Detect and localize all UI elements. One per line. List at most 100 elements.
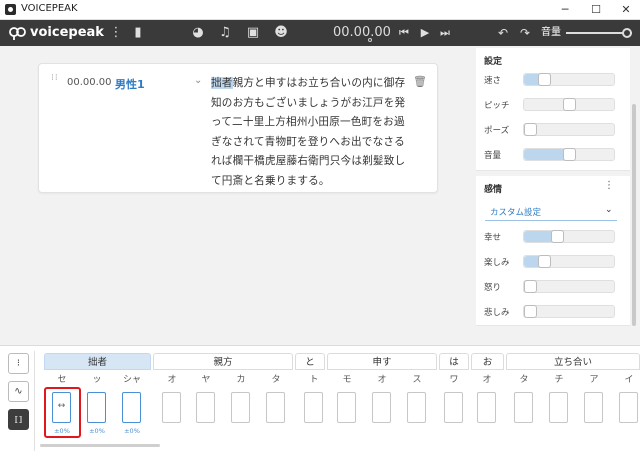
phoneme-kana-label: ト xyxy=(309,375,319,385)
phoneme-length-box[interactable] xyxy=(162,392,181,423)
emotion-label: 悲しみ xyxy=(484,308,510,318)
emotion-preset-value: カスタム設定 xyxy=(490,208,542,218)
block-time: 00.00.00 xyxy=(67,77,112,88)
emoji-icon[interactable]: ☻ xyxy=(273,20,289,46)
phoneme-kana-label: チ xyxy=(554,375,564,385)
maximize-button[interactable]: ☐ xyxy=(582,0,610,20)
emotion-slider-knob[interactable] xyxy=(524,280,537,293)
emotion-slider-knob[interactable] xyxy=(524,305,537,318)
phoneme-length-box[interactable] xyxy=(549,392,568,423)
settings-slider-knob[interactable] xyxy=(563,98,576,111)
emotion-label: 楽しみ xyxy=(484,258,510,268)
emotion-label: 怒り xyxy=(484,283,502,293)
window-title: VOICEPEAK xyxy=(21,3,78,14)
emotion-slider[interactable] xyxy=(523,230,615,243)
phoneme-length-box[interactable] xyxy=(584,392,603,423)
settings-panel: 設定 速さ ピッチ ポーズ 音量 xyxy=(476,48,630,171)
phoneme-length-box[interactable] xyxy=(514,392,533,423)
skip-back-icon[interactable]: ⏮ xyxy=(396,20,412,46)
phoneme-group[interactable]: と xyxy=(295,353,325,370)
phoneme-length-box[interactable] xyxy=(87,392,106,423)
text-selection: 拙者 xyxy=(211,77,233,89)
trash-icon[interactable]: 🗑 xyxy=(413,75,427,88)
phoneme-group[interactable]: 立ち合い xyxy=(506,353,640,370)
phoneme-length-box[interactable] xyxy=(372,392,391,423)
volume-slider-knob[interactable] xyxy=(622,28,632,38)
settings-title: 設定 xyxy=(484,57,503,67)
length-tool-button[interactable]: ⟦⟧ xyxy=(8,409,29,430)
phoneme-length-box[interactable] xyxy=(619,392,638,423)
emotion-preset-select[interactable]: カスタム設定 ⌄ xyxy=(485,203,617,221)
skip-forward-icon[interactable]: ⏭ xyxy=(437,20,453,46)
emotion-slider[interactable] xyxy=(523,255,615,268)
phoneme-group[interactable]: お xyxy=(471,353,504,370)
menu-dots-icon[interactable]: ⋮ xyxy=(109,20,123,46)
emotion-label: 幸せ xyxy=(484,233,502,243)
music-icon[interactable]: ♫ xyxy=(217,20,233,46)
text-body: 親方と申すはお立ち合いの内に御存知のお方もございましょうがお江戸を発って二十里上… xyxy=(211,77,406,187)
phoneme-tool-button[interactable]: ⁝ xyxy=(8,353,29,374)
side-scrollbar[interactable] xyxy=(632,104,636,326)
phoneme-group[interactable]: 親方 xyxy=(153,353,293,370)
user-image-icon[interactable]: ▣ xyxy=(245,20,261,46)
play-icon[interactable]: ▶ xyxy=(417,20,433,46)
minimize-button[interactable]: ─ xyxy=(551,0,579,20)
speaker-chevron-icon[interactable]: ⌄ xyxy=(194,75,202,86)
phoneme-length-box[interactable] xyxy=(477,392,496,423)
phoneme-length-box[interactable] xyxy=(266,392,285,423)
app-toolbar: voicepeak ⋮ ▮ ◕ ♫ ▣ ☻ 00.00.00 ⏮ ▶ ⏭ ↶ ↷… xyxy=(0,20,640,46)
redo-icon[interactable]: ↷ xyxy=(517,20,533,46)
phoneme-length-box[interactable] xyxy=(231,392,250,423)
phoneme-horizontal-scrollbar[interactable] xyxy=(40,444,160,447)
tool-divider xyxy=(34,351,35,451)
phoneme-kana-label: ッ xyxy=(92,375,102,385)
timecode-display: 00.00.00 xyxy=(333,25,391,40)
selected-phoneme-highlight xyxy=(44,387,81,438)
phoneme-length-box[interactable] xyxy=(444,392,463,423)
settings-side-panel: 設定 速さ ピッチ ポーズ 音量 感情 ⋮ カスタム設定 ⌄ 幸せ 楽しみ 怒り 悲しみ xyxy=(472,46,640,326)
phoneme-group[interactable]: 申す xyxy=(327,353,437,370)
phoneme-kana-label: ア xyxy=(589,375,599,385)
settings-slider-knob[interactable] xyxy=(524,123,537,136)
settings-label: 速さ xyxy=(484,76,502,86)
phoneme-length-box[interactable] xyxy=(196,392,215,423)
phoneme-length-box[interactable] xyxy=(304,392,323,423)
undo-icon[interactable]: ↶ xyxy=(495,20,511,46)
drag-handle-icon[interactable]: ⁞⁞ xyxy=(51,74,58,83)
curve-tool-button[interactable]: ∿ xyxy=(8,381,29,402)
settings-slider[interactable] xyxy=(523,98,615,111)
emotion-slider[interactable] xyxy=(523,305,615,318)
settings-slider-knob[interactable] xyxy=(538,73,551,86)
emotion-slider[interactable] xyxy=(523,280,615,293)
phoneme-length-value: ±0% xyxy=(124,427,140,435)
phoneme-group[interactable]: 拙者 xyxy=(44,353,151,370)
text-block-card[interactable]: ⁞⁞ 00.00.00 男性1 ⌄ 拙者親方と申すはお立ち合いの内に御存知のお方… xyxy=(38,63,438,193)
settings-slider[interactable] xyxy=(523,148,615,161)
settings-label: 音量 xyxy=(484,151,502,161)
phoneme-group[interactable]: は xyxy=(439,353,469,370)
phoneme-length-box[interactable] xyxy=(407,392,426,423)
settings-slider-knob[interactable] xyxy=(563,148,576,161)
phoneme-kana-label: オ xyxy=(377,375,387,385)
phoneme-kana-label: オ xyxy=(167,375,177,385)
gauge-icon[interactable]: ◕ xyxy=(190,20,206,46)
emotion-slider-knob[interactable] xyxy=(551,230,564,243)
block-text[interactable]: 拙者親方と申すはお立ち合いの内に御存知のお方もございましょうがお江戸を発って二十… xyxy=(211,74,411,191)
timecode-dot xyxy=(368,38,372,42)
phoneme-length-box[interactable] xyxy=(122,392,141,423)
phoneme-kana-label: タ xyxy=(519,375,529,385)
phoneme-length-value: ±0% xyxy=(89,427,105,435)
emotion-slider-knob[interactable] xyxy=(538,255,551,268)
speaker-name[interactable]: 男性1 xyxy=(115,76,145,92)
settings-label: ピッチ xyxy=(484,101,510,111)
emotion-menu-icon[interactable]: ⋮ xyxy=(604,180,614,191)
phoneme-kana-label: シャ xyxy=(122,375,141,385)
settings-slider[interactable] xyxy=(523,123,615,136)
phoneme-kana-label: モ xyxy=(342,375,352,385)
phoneme-length-box[interactable] xyxy=(337,392,356,423)
app-icon xyxy=(5,4,16,15)
book-icon[interactable]: ▮ xyxy=(131,20,145,46)
emotion-panel: 感情 ⋮ カスタム設定 ⌄ 幸せ 楽しみ 怒り 悲しみ xyxy=(476,176,630,326)
settings-slider[interactable] xyxy=(523,73,615,86)
close-button[interactable]: ✕ xyxy=(612,0,640,20)
